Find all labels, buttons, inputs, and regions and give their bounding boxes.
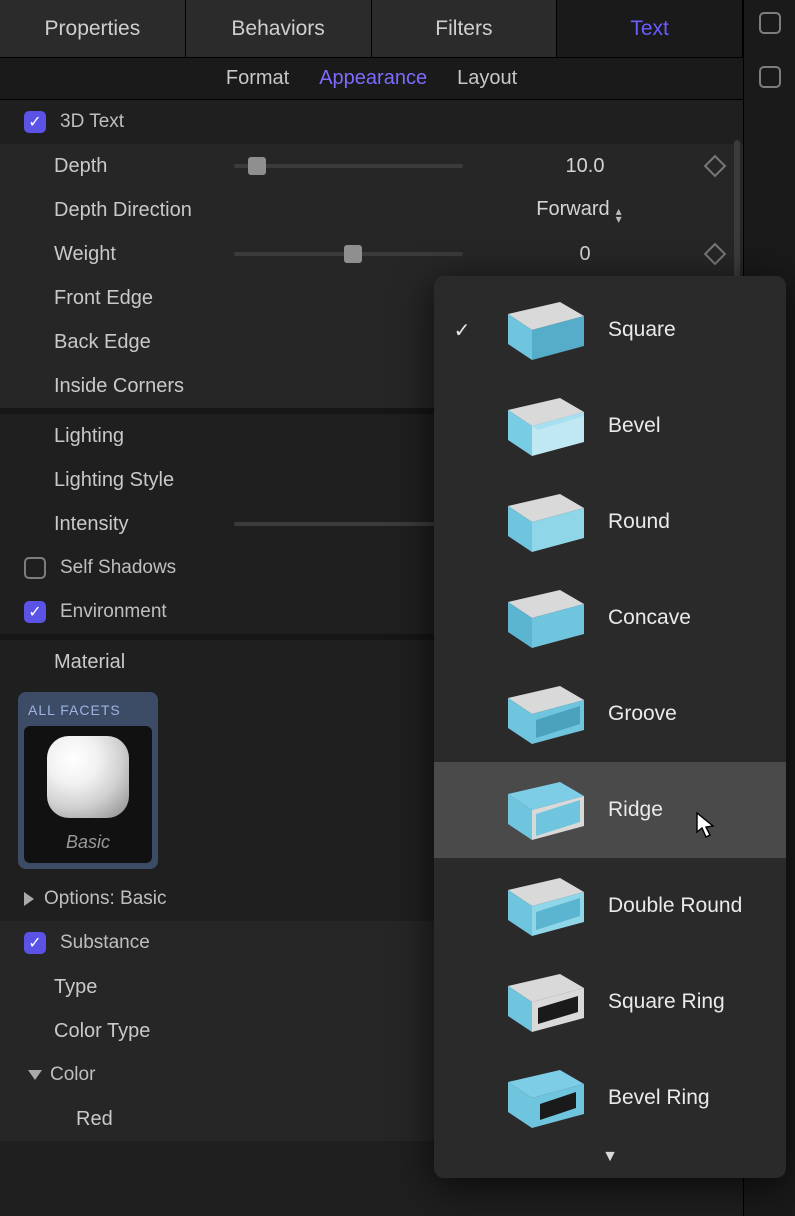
- keyframe-depth[interactable]: [704, 155, 727, 178]
- value-depth-direction[interactable]: Forward▴▾: [469, 198, 689, 223]
- label-red: Red: [24, 1108, 234, 1131]
- subtab-appearance[interactable]: Appearance: [319, 67, 427, 90]
- edge-option-double-round[interactable]: Double Round: [434, 858, 786, 954]
- edge-label-double-round: Double Round: [608, 894, 742, 918]
- edge-label-square-ring: Square Ring: [608, 990, 725, 1014]
- edge-label-concave: Concave: [608, 606, 691, 630]
- label-substance: Substance: [60, 932, 150, 954]
- edge-option-square[interactable]: ✓ Square: [434, 282, 786, 378]
- tab-properties[interactable]: Properties: [0, 0, 186, 57]
- checkmark-icon: ✓: [452, 318, 472, 343]
- value-weight[interactable]: 0: [475, 243, 695, 266]
- keyframe-weight[interactable]: [704, 243, 727, 266]
- edge-option-bevel-ring[interactable]: Bevel Ring: [434, 1050, 786, 1146]
- tab-behaviors[interactable]: Behaviors: [186, 0, 372, 57]
- label-options: Options: Basic: [44, 888, 167, 910]
- row-depth: Depth 10.0: [0, 144, 743, 188]
- material-name: Basic: [66, 832, 110, 853]
- checkbox-substance[interactable]: ✓: [24, 932, 46, 954]
- front-edge-popup: ✓ Square Bevel Round Concave Groove: [434, 276, 786, 1178]
- edge-label-round: Round: [608, 510, 670, 534]
- edge-label-bevel-ring: Bevel Ring: [608, 1086, 710, 1110]
- checkbox-environment[interactable]: ✓: [24, 601, 46, 623]
- edge-option-concave[interactable]: Concave: [434, 570, 786, 666]
- popup-more-indicator[interactable]: ▼: [434, 1146, 786, 1172]
- subtab-layout[interactable]: Layout: [457, 67, 517, 90]
- edge-thumb-concave: [490, 582, 590, 654]
- aux-checkbox-1[interactable]: [759, 12, 781, 34]
- edge-option-ridge[interactable]: Ridge: [434, 762, 786, 858]
- edge-option-bevel[interactable]: Bevel: [434, 378, 786, 474]
- checkbox-3d-text[interactable]: ✓: [24, 111, 46, 133]
- slider-weight[interactable]: [234, 252, 463, 256]
- edge-label-bevel: Bevel: [608, 414, 661, 438]
- edge-thumb-square-ring: [490, 966, 590, 1038]
- label-depth-direction: Depth Direction: [24, 199, 234, 222]
- label-self-shadows: Self Shadows: [60, 557, 176, 579]
- label-weight: Weight: [24, 243, 234, 266]
- slider-depth[interactable]: [234, 164, 463, 168]
- edge-thumb-ridge: [490, 774, 590, 846]
- label-intensity: Intensity: [24, 513, 234, 536]
- edge-label-groove: Groove: [608, 702, 677, 726]
- edge-thumb-bevel: [490, 390, 590, 462]
- tab-filters[interactable]: Filters: [372, 0, 558, 57]
- label-inside-corners: Inside Corners: [24, 375, 234, 398]
- label-3d-text: 3D Text: [60, 111, 124, 133]
- label-material: Material: [24, 651, 234, 674]
- material-preview: Basic: [24, 726, 152, 863]
- edge-label-square: Square: [608, 318, 676, 342]
- edge-thumb-double-round: [490, 870, 590, 942]
- row-3d-text: ✓ 3D Text: [0, 100, 743, 144]
- row-depth-direction: Depth Direction Forward▴▾: [0, 188, 743, 232]
- edge-thumb-square: [490, 294, 590, 366]
- label-type: Type: [24, 976, 234, 999]
- label-color-type: Color Type: [24, 1020, 234, 1043]
- edge-label-ridge: Ridge: [608, 798, 663, 822]
- row-weight: Weight 0: [0, 232, 743, 276]
- material-well-header: ALL FACETS: [24, 698, 152, 726]
- label-lighting: Lighting: [24, 425, 234, 448]
- label-environment: Environment: [60, 601, 167, 623]
- label-front-edge: Front Edge: [24, 287, 234, 310]
- label-color: Color: [50, 1064, 95, 1086]
- disclosure-triangle-down-icon: [28, 1070, 42, 1080]
- edge-option-groove[interactable]: Groove: [434, 666, 786, 762]
- text-subtabs: Format Appearance Layout: [0, 58, 743, 100]
- label-depth: Depth: [24, 155, 234, 178]
- tab-text[interactable]: Text: [557, 0, 743, 57]
- inspector-tabs: Properties Behaviors Filters Text: [0, 0, 743, 58]
- label-lighting-style: Lighting Style: [24, 469, 234, 492]
- edge-thumb-round: [490, 486, 590, 558]
- edge-thumb-groove: [490, 678, 590, 750]
- edge-thumb-bevel-ring: [490, 1062, 590, 1134]
- label-back-edge: Back Edge: [24, 331, 234, 354]
- edge-option-round[interactable]: Round: [434, 474, 786, 570]
- value-depth[interactable]: 10.0: [475, 155, 695, 178]
- aux-checkbox-2[interactable]: [759, 66, 781, 88]
- edge-option-square-ring[interactable]: Square Ring: [434, 954, 786, 1050]
- stepper-icon: ▴▾: [616, 207, 622, 223]
- material-sphere-icon: [47, 736, 129, 818]
- checkbox-self-shadows[interactable]: [24, 557, 46, 579]
- material-well[interactable]: ALL FACETS Basic: [18, 692, 158, 869]
- disclosure-triangle-icon: [24, 892, 34, 906]
- subtab-format[interactable]: Format: [226, 67, 289, 90]
